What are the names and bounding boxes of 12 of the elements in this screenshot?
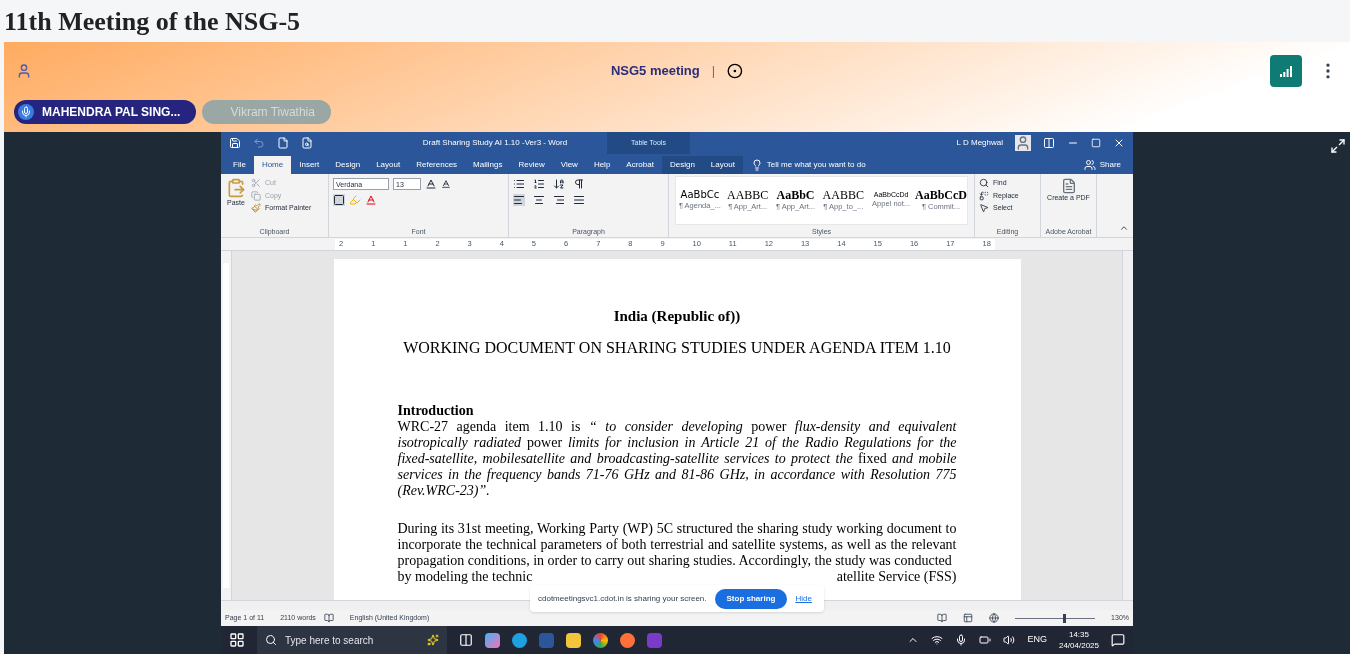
meeting-title: NSG5 meeting <box>610 62 700 81</box>
share-notice-text: cdotmeetingsvc1.cdot.in is sharing your screen. <box>538 592 707 605</box>
document-title: WORKING DOCUMENT ON SHARING STUDIES UNDER AGENDA ITEM 1.10 <box>402 339 952 357</box>
body-text-fragment: atellite Service (FSS) <box>836 569 957 585</box>
section-heading: Introduction <box>397 403 475 419</box>
window-title: Draft Sharing Study AI 1.10 -Ver3 - Word <box>421 137 569 149</box>
page-heading: 11th Meeting of the NSG-5 <box>4 5 301 38</box>
body-paragraph: WRC-27 agenda item 1.10 is “ to consider developing power flux-density and equivalent isotropically radiated power limits for inclusion in Article 21 of the Radio Regulations for the fixed-satellite, mobilesatellite and broadcasting-satellite services to protect the fixed and mobile services in the frequency bands 71-76 GHz and 81-86 GHz, in accordance with Resolution 775 (Rev.WRC-23)”. <box>397 419 957 499</box>
document-heading: India (Republic of)) <box>612 307 742 325</box>
body-text-fragment: by modeling the technic <box>397 569 533 585</box>
title-separator: | <box>711 62 716 81</box>
user-name: L D Meghwal <box>956 137 1003 149</box>
